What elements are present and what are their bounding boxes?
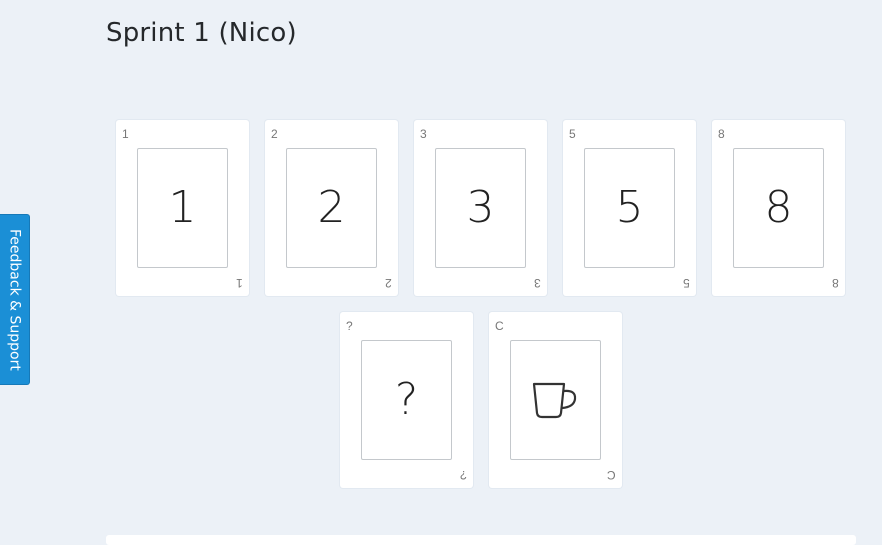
card-face: ? [361, 340, 452, 460]
card-question[interactable]: ? ? ? [340, 312, 473, 488]
page-title: Sprint 1 (Nico) [106, 18, 297, 48]
card-corner-top: ? [346, 319, 353, 333]
coffee-cup-icon [532, 382, 576, 419]
card-value: 5 [615, 182, 644, 233]
card-1[interactable]: 1 1 1 [116, 120, 249, 296]
card-corner-top: 2 [271, 127, 278, 141]
card-face: 2 [286, 148, 377, 268]
card-coffee[interactable]: C C [489, 312, 622, 488]
card-corner-top: 8 [718, 127, 725, 141]
card-face: 8 [733, 148, 824, 268]
card-corner-bottom: C [607, 468, 616, 482]
card-corner-top: 1 [122, 127, 129, 141]
card-corner-top: C [495, 319, 504, 333]
card-value: 2 [317, 182, 346, 233]
card-5[interactable]: 5 5 5 [563, 120, 696, 296]
card-value: 8 [764, 182, 793, 233]
card-corner-bottom: 2 [385, 276, 392, 290]
card-8[interactable]: 8 8 8 [712, 120, 845, 296]
card-face: 5 [584, 148, 675, 268]
card-value: 3 [466, 182, 495, 233]
card-value: ? [394, 374, 419, 425]
card-face: 3 [435, 148, 526, 268]
card-corner-bottom: 3 [534, 276, 541, 290]
card-corner-bottom: ? [460, 468, 467, 482]
card-3[interactable]: 3 3 3 [414, 120, 547, 296]
card-corner-top: 3 [420, 127, 427, 141]
card-corner-top: 5 [569, 127, 576, 141]
card-corner-bottom: 8 [832, 276, 839, 290]
feedback-support-tab[interactable]: Feedback & Support [0, 214, 30, 385]
card-face: 1 [137, 148, 228, 268]
card-2[interactable]: 2 2 2 [265, 120, 398, 296]
card-corner-bottom: 1 [236, 276, 243, 290]
bottom-panel [106, 535, 856, 545]
card-corner-bottom: 5 [683, 276, 690, 290]
card-value: 1 [168, 182, 197, 233]
card-face [510, 340, 601, 460]
feedback-support-label: Feedback & Support [6, 228, 23, 371]
